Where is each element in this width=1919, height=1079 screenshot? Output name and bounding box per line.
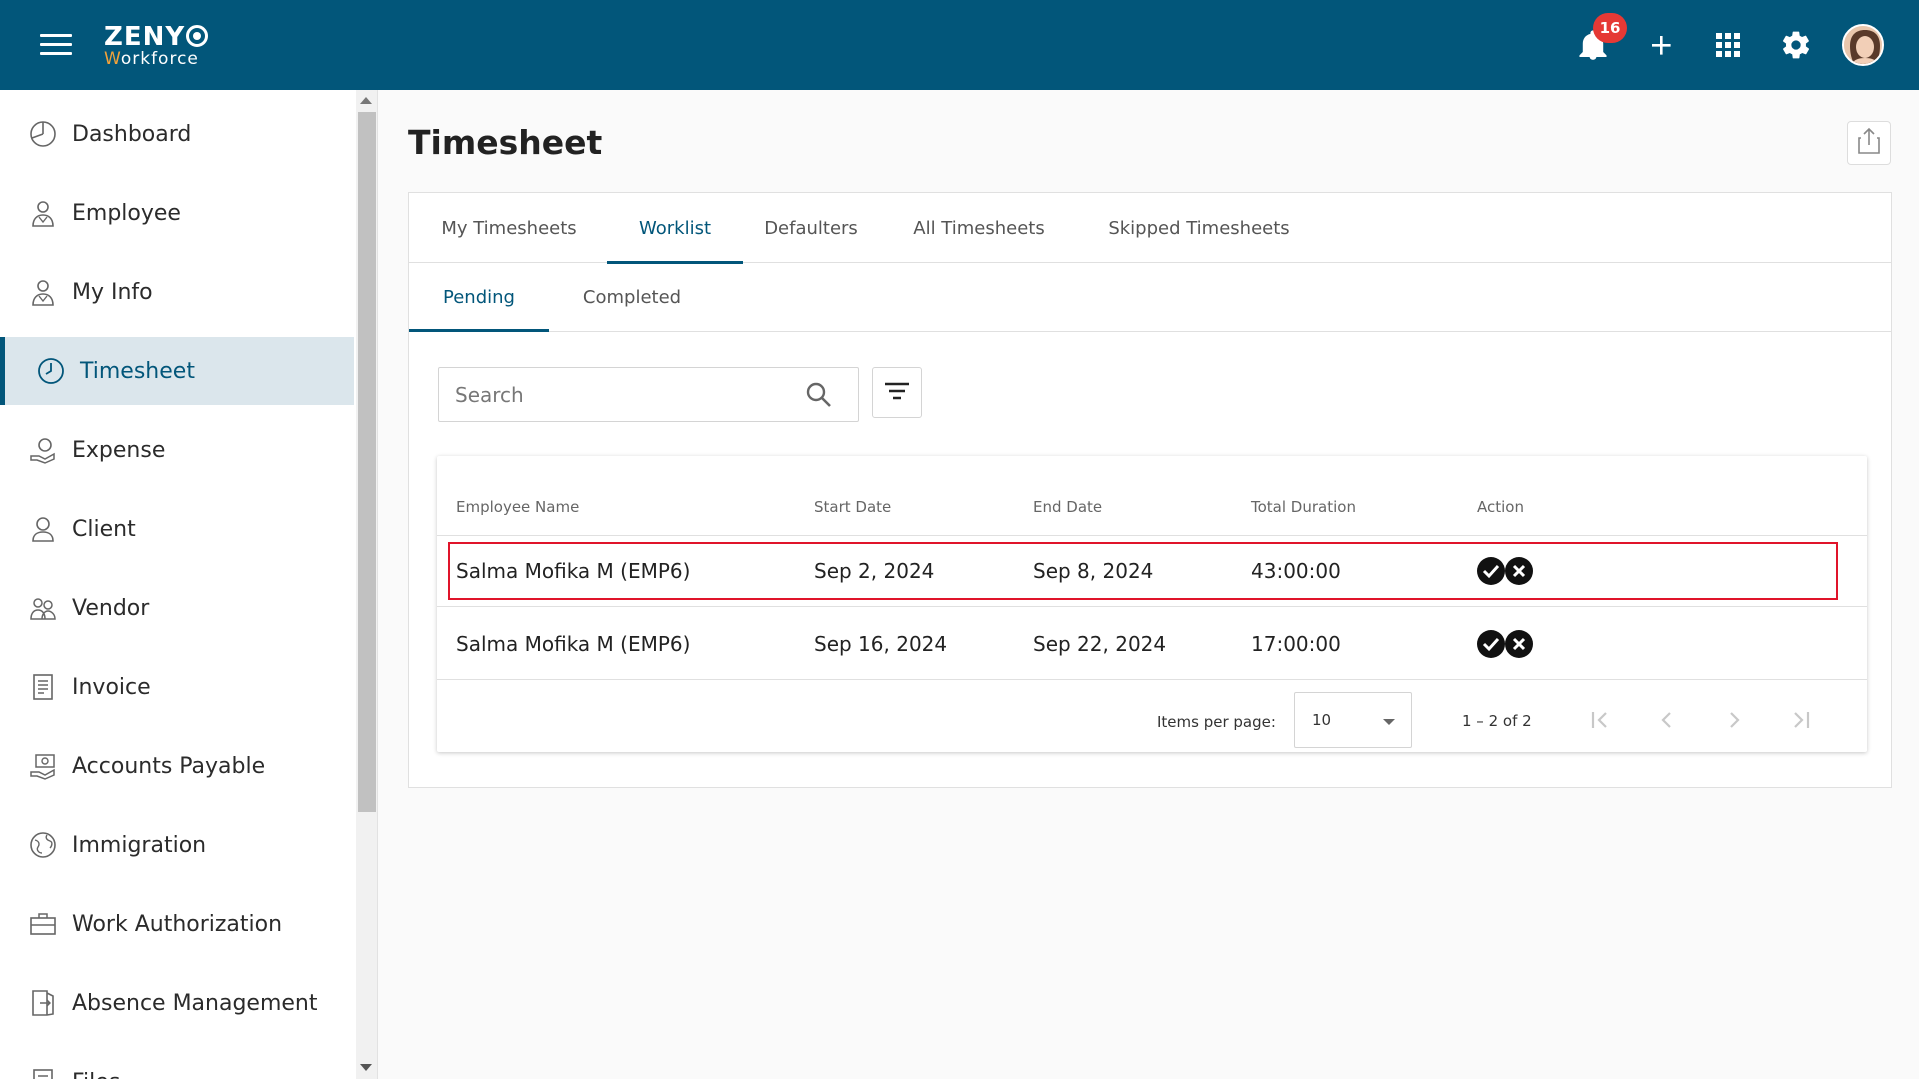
- column-header-total-duration[interactable]: Total Duration: [1251, 498, 1356, 516]
- sidebar-item-label: Employee: [72, 200, 181, 226]
- globe-icon: [28, 830, 58, 860]
- cell-start-date: Sep 16, 2024: [814, 632, 948, 656]
- tab-worklist[interactable]: Worklist: [607, 193, 743, 264]
- worklist-subtabs: Pending Completed: [409, 263, 1891, 332]
- tab-all-timesheets[interactable]: All Timesheets: [879, 193, 1079, 263]
- sidebar-item-label: Work Authorization: [72, 911, 283, 937]
- sidebar-item-label: Dashboard: [72, 121, 192, 147]
- filter-button[interactable]: [872, 367, 922, 418]
- sidebar-item-client[interactable]: Client: [0, 495, 354, 563]
- sidebar-item-label: Accounts Payable: [72, 753, 266, 779]
- sidebar-scrollbar-thumb[interactable]: [358, 112, 376, 812]
- export-share-icon: [1857, 127, 1881, 159]
- files-icon: [28, 1067, 58, 1079]
- tab-skipped-timesheets[interactable]: Skipped Timesheets: [1079, 193, 1319, 263]
- export-button[interactable]: [1847, 121, 1891, 165]
- sidebar-item-accounts-payable[interactable]: Accounts Payable: [0, 732, 354, 800]
- sidebar-item-label: Files: [72, 1070, 120, 1079]
- door-icon: [28, 988, 58, 1018]
- user-avatar[interactable]: [1842, 24, 1884, 66]
- scroll-up-arrow-icon[interactable]: [360, 97, 372, 104]
- approve-check-icon[interactable]: [1477, 630, 1505, 658]
- next-page-icon[interactable]: [1717, 703, 1751, 737]
- sidebar-item-label: Absence Management: [72, 990, 318, 1016]
- sidebar-item-label: Client: [72, 516, 136, 542]
- employee-icon: [28, 198, 58, 228]
- page-size-value: 10: [1312, 711, 1332, 729]
- page-range-label: 1 – 2 of 2: [1462, 712, 1532, 730]
- sidebar-item-work-authorization[interactable]: Work Authorization: [0, 890, 354, 958]
- search-box: [438, 367, 859, 422]
- clock-icon: [36, 356, 66, 386]
- cell-employee-name: Salma Mofika M (EMP6): [456, 632, 691, 656]
- accounts-payable-icon: [28, 751, 58, 781]
- sidebar-item-timesheet[interactable]: Timesheet: [0, 337, 354, 405]
- search-input[interactable]: [455, 378, 795, 412]
- sidebar-nav: Dashboard Employee My Info Timesheet Exp…: [0, 90, 356, 1079]
- sidebar-item-label: Timesheet: [80, 358, 195, 384]
- column-header-action: Action: [1477, 498, 1524, 516]
- column-header-end-date[interactable]: End Date: [1033, 498, 1102, 516]
- sidebar-item-invoice[interactable]: Invoice: [0, 653, 354, 721]
- column-header-start-date[interactable]: Start Date: [814, 498, 891, 516]
- sidebar-item-label: Expense: [72, 437, 166, 463]
- briefcase-icon: [28, 909, 58, 939]
- items-per-page-select[interactable]: 10: [1294, 692, 1412, 748]
- menu-icon[interactable]: [40, 34, 72, 58]
- last-page-icon[interactable]: [1784, 703, 1818, 737]
- reject-x-icon[interactable]: [1505, 630, 1533, 658]
- logo-text: ZENY: [104, 22, 186, 52]
- sidebar-item-my-info[interactable]: My Info: [0, 258, 354, 326]
- client-icon: [28, 514, 58, 544]
- dropdown-caret-icon: [1383, 719, 1395, 725]
- first-page-icon[interactable]: [1583, 703, 1617, 737]
- logo-sub-text: orkforce: [120, 49, 199, 69]
- sidebar-item-label: Invoice: [72, 674, 151, 700]
- app-logo[interactable]: ZENY Workforce: [104, 22, 209, 69]
- sidebar-item-vendor[interactable]: Vendor: [0, 574, 354, 642]
- cell-total-duration: 17:00:00: [1251, 632, 1341, 656]
- header-divider: [437, 535, 1867, 536]
- sidebar-item-employee[interactable]: Employee: [0, 179, 354, 247]
- my-info-icon: [28, 277, 58, 307]
- cell-end-date: Sep 22, 2024: [1033, 632, 1167, 656]
- row-divider: [437, 606, 1867, 607]
- sidebar-item-immigration[interactable]: Immigration: [0, 811, 354, 879]
- top-app-bar: ZENY Workforce 16: [0, 0, 1919, 90]
- sidebar-item-label: Vendor: [72, 595, 150, 621]
- timesheet-card: My Timesheets Worklist Defaulters All Ti…: [408, 192, 1892, 788]
- expense-icon: [28, 435, 58, 465]
- tab-my-timesheets[interactable]: My Timesheets: [409, 193, 609, 263]
- page-title: Timesheet: [408, 123, 603, 162]
- scroll-down-arrow-icon[interactable]: [360, 1064, 372, 1071]
- sidebar-item-dashboard[interactable]: Dashboard: [0, 100, 354, 168]
- timesheet-tabs: My Timesheets Worklist Defaulters All Ti…: [409, 193, 1891, 264]
- search-icon[interactable]: [804, 380, 834, 410]
- items-per-page-label: Items per page:: [1157, 713, 1276, 731]
- vendor-icon: [28, 593, 58, 623]
- settings-gear-icon[interactable]: [1773, 22, 1819, 68]
- invoice-icon: [28, 672, 58, 702]
- add-icon[interactable]: [1638, 22, 1684, 68]
- row-highlight-box: [448, 542, 1838, 600]
- logo-sub-initial: W: [104, 49, 121, 69]
- dashboard-icon: [28, 119, 58, 149]
- filter-list-icon: [884, 381, 910, 405]
- sidebar-item-absence-management[interactable]: Absence Management: [0, 969, 354, 1037]
- tab-pending[interactable]: Pending: [409, 263, 549, 332]
- column-header-employee-name[interactable]: Employee Name: [456, 498, 579, 516]
- sidebar-item-label: Immigration: [72, 832, 207, 858]
- notification-count-badge: 16: [1593, 13, 1627, 43]
- sidebar-item-label: My Info: [72, 279, 153, 305]
- sidebar-item-files[interactable]: Files: [0, 1048, 354, 1079]
- apps-grid-icon[interactable]: [1705, 22, 1751, 68]
- row-divider: [437, 679, 1867, 680]
- tab-completed[interactable]: Completed: [549, 263, 715, 331]
- previous-page-icon[interactable]: [1650, 703, 1684, 737]
- tab-defaulters[interactable]: Defaulters: [743, 193, 879, 263]
- sidebar-item-expense[interactable]: Expense: [0, 416, 354, 484]
